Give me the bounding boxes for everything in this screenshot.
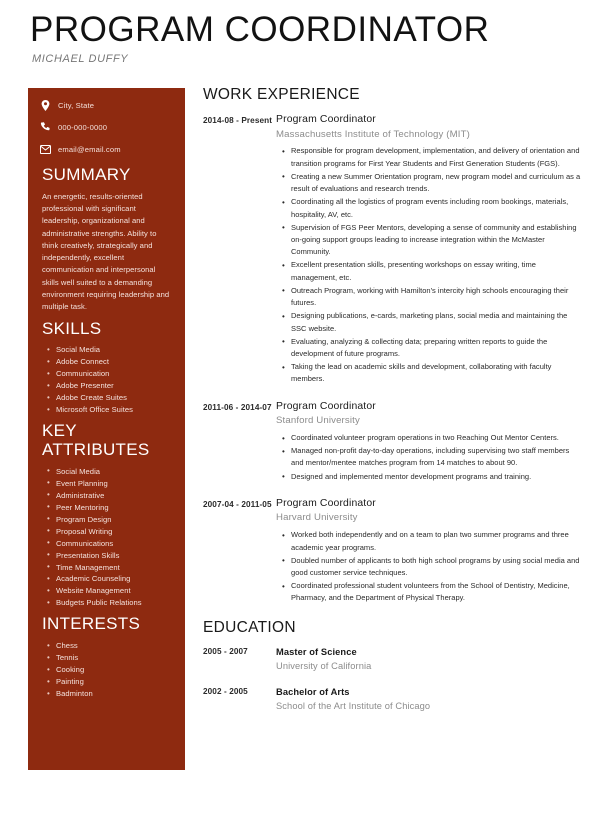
list-item: Coordinating all the logistics of progra… xyxy=(282,196,583,220)
list-item: Taking the lead on academic skills and d… xyxy=(282,361,583,385)
resume-header: PROGRAM COORDINATOR MICHAEL DUFFY xyxy=(30,10,570,65)
list-item: Supervision of FGS Peer Mentors, develop… xyxy=(282,221,583,259)
map-pin-icon xyxy=(40,100,51,111)
list-item: Painting xyxy=(47,676,173,689)
list-item: Adobe Presenter xyxy=(47,380,173,393)
contact-item-phone: 000-000-0000 xyxy=(40,122,173,133)
list-item: Coordinated professional student volunte… xyxy=(282,580,583,604)
entry-bullets: Responsible for program development, imp… xyxy=(276,145,583,385)
list-item: Chess xyxy=(47,640,173,653)
skills-list: Social Media Adobe Connect Communication… xyxy=(40,344,173,417)
entry-organization: Harvard University xyxy=(276,512,358,524)
work-entry-mit: 2014-08 - Present Program Coordinator Ma… xyxy=(203,113,583,387)
entry-body: Program Coordinator Massachusetts Instit… xyxy=(276,113,583,387)
list-item: Social Media xyxy=(47,465,173,478)
list-item: Event Planning xyxy=(47,477,173,490)
list-item: Doubled number of applicants to both hig… xyxy=(282,554,583,579)
phone-icon xyxy=(40,122,51,133)
entry-role: Program Coordinator xyxy=(276,114,376,126)
education-school: University of California xyxy=(276,660,372,671)
contact-email-text: email@email.com xyxy=(58,144,121,154)
list-item: Tennis xyxy=(47,652,173,665)
list-item: Responsible for program development, imp… xyxy=(282,145,583,169)
page-title: PROGRAM COORDINATOR xyxy=(30,10,490,49)
interests-heading: INTERESTS xyxy=(42,614,141,634)
list-item: Managed non-profit day-to-day operations… xyxy=(282,445,583,469)
sidebar-section-key-attributes: KEY ATTRIBUTES Social Media Event Planni… xyxy=(40,421,173,610)
skills-heading: SKILLS xyxy=(42,318,102,338)
education-body: Master of Science University of Californ… xyxy=(276,646,583,674)
list-item: Worked both independently and on a team … xyxy=(282,529,583,553)
education-entry-masters: 2005 - 2007 Master of Science University… xyxy=(203,646,583,674)
summary-heading: SUMMARY xyxy=(42,165,131,184)
entry-body: Program Coordinator Stanford University … xyxy=(276,400,583,484)
contact-item-location: City, State xyxy=(40,100,173,111)
list-item: Academic Counseling xyxy=(47,573,173,586)
list-item: Proposal Writing xyxy=(47,525,173,538)
list-item: Program Design xyxy=(47,513,173,526)
education-degree: Bachelor of Arts xyxy=(276,687,350,698)
candidate-name: MICHAEL DUFFY xyxy=(32,52,129,65)
work-experience-heading: WORK EXPERIENCE xyxy=(203,86,360,103)
entry-dates: 2007-04 - 2011-05 xyxy=(203,499,272,509)
list-item: Coordinated volunteer program operations… xyxy=(282,432,583,445)
education-degree: Master of Science xyxy=(276,646,357,657)
entry-dates: 2014-08 - Present xyxy=(203,116,273,126)
education-entry-bachelors: 2002 - 2005 Bachelor of Arts School of t… xyxy=(203,686,583,714)
education-school: School of the Art Institute of Chicago xyxy=(276,701,431,712)
sidebar: City, State 000-000-0000 email@email.com… xyxy=(28,88,185,770)
education-body: Bachelor of Arts School of the Art Insti… xyxy=(276,686,583,714)
list-item: Website Management xyxy=(47,585,173,598)
list-item: Badminton xyxy=(47,688,173,701)
list-item: Outreach Program, working with Hamilton'… xyxy=(282,284,583,309)
entry-organization: Stanford University xyxy=(276,415,360,427)
sidebar-section-skills: SKILLS Social Media Adobe Connect Commun… xyxy=(40,318,173,417)
list-item: Time Management xyxy=(47,561,173,574)
education-dates: 2005 - 2007 xyxy=(203,646,248,656)
list-item: Designing publications, e-cards, marketi… xyxy=(282,310,583,334)
list-item: Evaluating, analyzing & collecting data;… xyxy=(282,335,583,360)
sidebar-section-interests: INTERESTS Chess Tennis Cooking Painting … xyxy=(40,615,173,700)
interests-list: Chess Tennis Cooking Painting Badminton xyxy=(40,640,173,701)
entry-body: Program Coordinator Harvard University W… xyxy=(276,497,583,606)
education-heading: EDUCATION xyxy=(203,618,296,636)
resume-page: PROGRAM COORDINATOR MICHAEL DUFFY City, … xyxy=(0,0,594,838)
list-item: Social Media xyxy=(47,344,173,357)
list-item: Microsoft Office Suites xyxy=(47,404,173,417)
key-attributes-heading: KEY ATTRIBUTES xyxy=(42,421,150,459)
work-entry-harvard: 2007-04 - 2011-05 Program Coordinator Ha… xyxy=(203,497,583,606)
contact-list: City, State 000-000-0000 email@email.com xyxy=(40,100,173,155)
list-item: Presentation Skills xyxy=(47,549,173,562)
entry-bullets: Coordinated volunteer program operations… xyxy=(276,432,583,484)
entry-organization: Massachusetts Institute of Technology (M… xyxy=(276,128,470,140)
envelope-icon xyxy=(40,144,51,155)
entry-dates: 2011-06 - 2014-07 xyxy=(203,402,272,412)
list-item: Creating a new Summer Orientation progra… xyxy=(282,170,583,195)
key-attributes-list: Social Media Event Planning Administrati… xyxy=(40,465,173,610)
contact-phone-text: 000-000-0000 xyxy=(58,122,108,132)
entry-bullets: Worked both independently and on a team … xyxy=(276,529,583,604)
work-entry-stanford: 2011-06 - 2014-07 Program Coordinator St… xyxy=(203,400,583,484)
list-item: Excellent presentation skills, presentin… xyxy=(282,259,583,283)
list-item: Cooking xyxy=(47,664,173,677)
entry-role: Program Coordinator xyxy=(276,400,376,412)
list-item: Communications xyxy=(47,537,173,550)
list-item: Adobe Create Suites xyxy=(47,392,173,405)
entry-role: Program Coordinator xyxy=(276,497,376,509)
contact-location-text: City, State xyxy=(58,100,95,110)
list-item: Adobe Connect xyxy=(47,356,173,369)
sidebar-section-summary: SUMMARY An energetic, results-oriented p… xyxy=(40,165,173,314)
education-dates: 2002 - 2005 xyxy=(203,687,248,697)
list-item: Designed and implemented mentor developm… xyxy=(282,470,583,483)
contact-item-email: email@email.com xyxy=(40,144,173,155)
list-item: Communication xyxy=(47,368,173,381)
main-content: WORK EXPERIENCE 2014-08 - Present Progra… xyxy=(203,86,583,727)
list-item: Peer Mentoring xyxy=(47,501,173,514)
list-item: Budgets Public Relations xyxy=(47,597,173,610)
summary-text: An energetic, results-oriented professio… xyxy=(42,191,170,312)
list-item: Administrative xyxy=(47,489,173,502)
